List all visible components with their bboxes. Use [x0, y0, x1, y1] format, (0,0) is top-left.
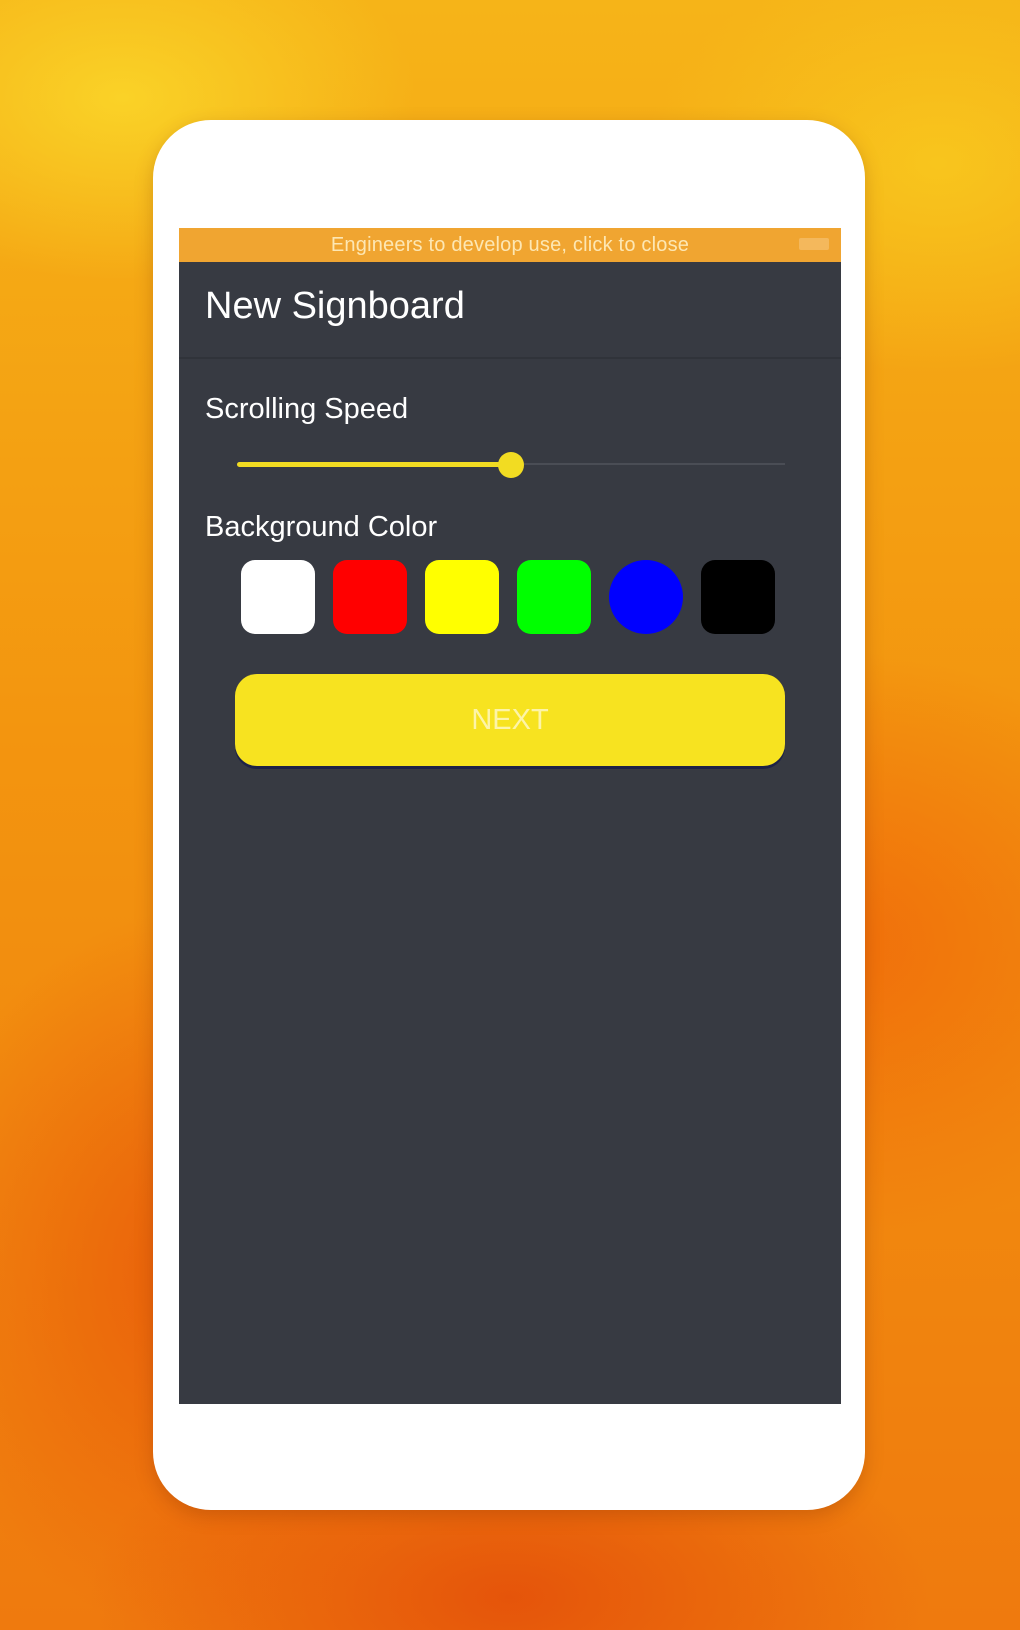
app-bar: New Signboard	[179, 262, 841, 359]
slider-thumb[interactable]	[498, 452, 524, 478]
app-screen: Engineers to develop use, click to close…	[179, 228, 841, 1404]
color-swatch-red[interactable]	[333, 560, 407, 634]
page-title: New Signboard	[205, 285, 465, 327]
background-color-label: Background Color	[205, 511, 438, 543]
next-button[interactable]: NEXT	[235, 674, 785, 766]
scrolling-speed-slider[interactable]	[237, 452, 785, 478]
color-swatch-black[interactable]	[701, 560, 775, 634]
notice-text: Engineers to develop use, click to close	[330, 233, 690, 256]
color-swatch-white[interactable]	[241, 560, 315, 634]
phone-frame: Engineers to develop use, click to close…	[153, 120, 865, 1510]
color-swatch-green[interactable]	[517, 560, 591, 634]
scrolling-speed-label: Scrolling Speed	[205, 393, 409, 425]
color-swatch-yellow[interactable]	[425, 560, 499, 634]
notice-close-icon[interactable]	[799, 238, 829, 250]
color-swatch-blue[interactable]	[609, 560, 683, 634]
slider-fill	[237, 462, 511, 467]
notice-banner[interactable]: Engineers to develop use, click to close	[179, 228, 841, 262]
background-color-options	[241, 560, 841, 634]
